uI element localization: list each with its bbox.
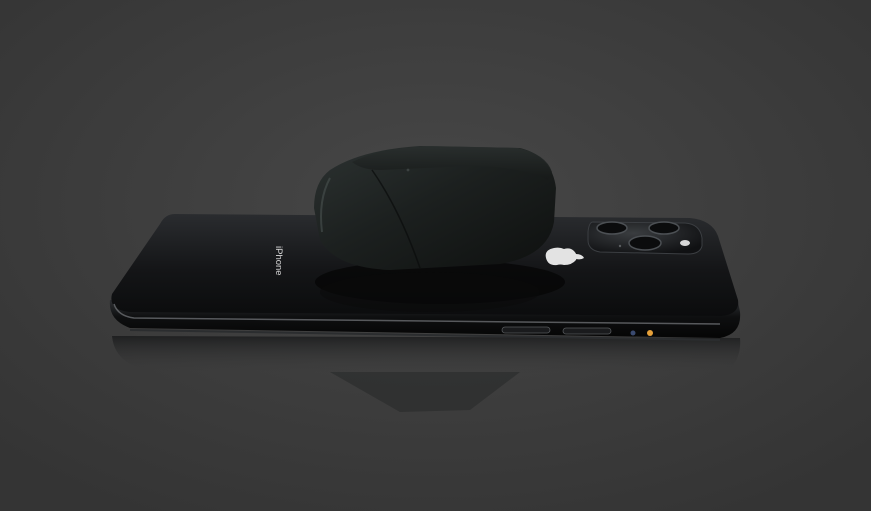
- camera-lens-1: [596, 221, 628, 235]
- phone-reflection: [112, 336, 741, 374]
- camera-lens-2: [648, 221, 680, 235]
- case-reflection-on-phone: [320, 272, 540, 312]
- camera-lens-3: [628, 235, 662, 251]
- volume-button-right: [562, 327, 612, 335]
- case-status-light: [406, 168, 410, 172]
- product-render: iPhone: [0, 0, 871, 511]
- side-indicator: [647, 330, 653, 336]
- volume-button-left: [501, 326, 551, 334]
- phone-back-text: iPhone: [273, 246, 284, 276]
- camera-flash: [680, 240, 690, 246]
- side-port: [630, 330, 636, 336]
- product-render-scene: iPhone: [0, 0, 871, 511]
- camera-mic: [618, 244, 622, 248]
